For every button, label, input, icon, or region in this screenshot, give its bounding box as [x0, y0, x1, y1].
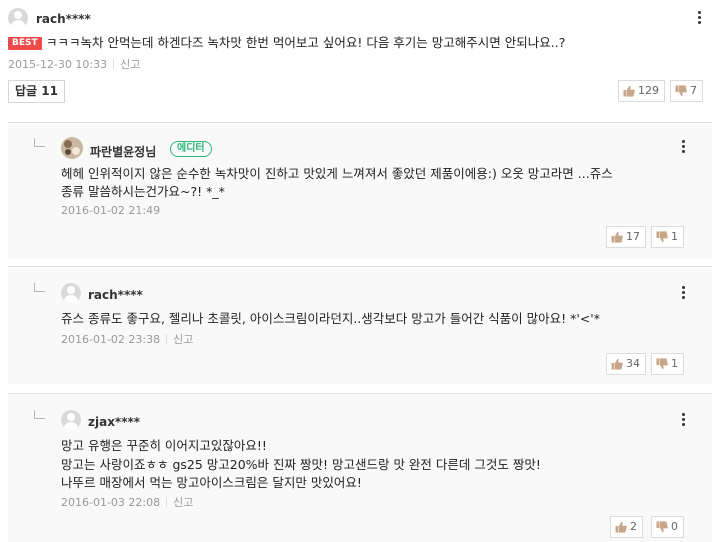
dislike-count: 0	[671, 520, 678, 533]
like-button[interactable]: 17	[606, 226, 646, 248]
comment-text-line: 종류 말씀하시는건가요~?! *_*	[61, 184, 225, 199]
thumbs-down-icon	[656, 231, 668, 243]
comment-meta: 2016-01-03 22:08 신고	[61, 494, 193, 510]
user-avatar-icon	[8, 8, 28, 28]
like-count: 129	[638, 84, 659, 97]
user-avatar-icon	[61, 410, 81, 430]
comment-text-line: 나뚜르 매장에서 먹는 망고아이스크림은 달지만 맛있어요!	[61, 475, 362, 490]
comment-timestamp: 2016-01-02 23:38	[61, 333, 161, 346]
dislike-count: 1	[671, 357, 678, 370]
best-comment: rach**** BEST ㅋㅋㅋ녹차 안먹는데 하겐다즈 녹차맛 한번 먹어보…	[0, 0, 720, 110]
comment-timestamp: 2016-01-03 22:08	[61, 496, 161, 509]
more-options-icon[interactable]	[692, 10, 706, 26]
dislike-button[interactable]: 7	[670, 80, 703, 102]
comment-username[interactable]: zjax****	[88, 415, 140, 429]
comment-text-line: 쥬스 종류도 좋구요, 젤리나 초콜릿, 아이스크림이라던지..생각보다 망고가…	[61, 311, 600, 326]
comment-username[interactable]: rach****	[88, 288, 143, 302]
more-options-icon[interactable]	[676, 412, 690, 428]
reply-indicator-icon	[34, 283, 45, 292]
thumbs-up-icon	[615, 521, 627, 533]
comment-username[interactable]: 파란별윤정님	[90, 143, 156, 160]
report-link[interactable]: 신고	[173, 496, 193, 509]
reply-item: zjax**** 망고 유행은 꾸준히 이어지고있잖아요!! 망고는 사랑이죠ㅎ…	[8, 393, 712, 542]
reply-count-button[interactable]: 답글 11	[8, 80, 65, 103]
divider	[166, 334, 168, 344]
dislike-button[interactable]: 1	[651, 353, 684, 375]
reply-item: rach**** 쥬스 종류도 좋구요, 젤리나 초콜릿, 아이스크림이라던지.…	[8, 266, 712, 384]
more-options-icon[interactable]	[676, 139, 690, 155]
like-count: 2	[630, 520, 637, 533]
editor-avatar-icon	[61, 137, 83, 159]
thumbs-up-icon	[623, 85, 635, 97]
reply-indicator-icon	[34, 138, 45, 147]
thumbs-down-icon	[656, 521, 668, 533]
comment-username[interactable]: rach****	[36, 12, 91, 26]
like-button[interactable]: 2	[610, 516, 643, 538]
thumbs-down-icon	[675, 85, 687, 97]
user-avatar-icon	[61, 283, 81, 303]
like-count: 34	[626, 357, 640, 370]
comment-text: ㅋㅋㅋ녹차 안먹는데 하겐다즈 녹차맛 한번 먹어보고 싶어요! 다음 후기는 …	[46, 35, 566, 50]
thumbs-up-icon	[611, 358, 623, 370]
dislike-count: 7	[690, 84, 697, 97]
comment-meta: 2015-12-30 10:33 신고	[8, 56, 140, 72]
comment-text-line: 망고 유행은 꾸준히 이어지고있잖아요!!	[61, 438, 267, 453]
comment-meta: 2016-01-02 23:38 신고	[61, 331, 193, 347]
divider	[113, 59, 115, 69]
like-button[interactable]: 34	[606, 353, 646, 375]
report-link[interactable]: 신고	[120, 58, 140, 71]
divider	[166, 497, 168, 507]
report-link[interactable]: 신고	[173, 333, 193, 346]
more-options-icon[interactable]	[676, 285, 690, 301]
like-button[interactable]: 129	[618, 80, 665, 102]
like-count: 17	[626, 230, 640, 243]
reply-button-label: 답글	[15, 84, 38, 98]
dislike-button[interactable]: 0	[651, 516, 684, 538]
comment-timestamp: 2016-01-02 21:49	[61, 204, 161, 217]
reply-item: 파란별윤정님 에디터 헤헤 인위적이지 않은 순수한 녹차맛이 진하고 맛있게 …	[8, 122, 712, 258]
dislike-button[interactable]: 1	[651, 226, 684, 248]
best-badge: BEST	[8, 37, 42, 50]
reply-indicator-icon	[34, 410, 45, 419]
reply-count: 11	[41, 84, 58, 98]
editor-badge: 에디터	[170, 141, 212, 157]
comment-text-line: 망고는 사랑이죠ㅎㅎ gs25 망고20%바 진짜 짱맛! 망고샌드랑 맛 완전…	[61, 457, 541, 472]
thumbs-up-icon	[611, 231, 623, 243]
comment-timestamp: 2015-12-30 10:33	[8, 58, 108, 71]
dislike-count: 1	[671, 230, 678, 243]
comment-text-line: 헤헤 인위적이지 않은 순수한 녹차맛이 진하고 맛있게 느껴져서 좋았던 제품…	[61, 166, 613, 181]
thumbs-down-icon	[656, 358, 668, 370]
